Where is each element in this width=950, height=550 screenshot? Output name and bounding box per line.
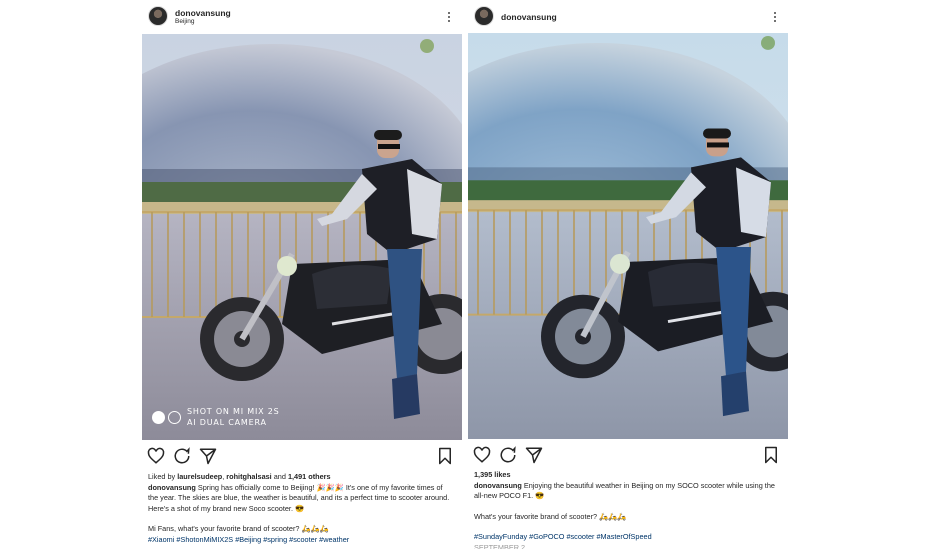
bookmark-icon[interactable] — [436, 447, 454, 465]
post-actions — [468, 446, 788, 468]
post-header: donovansung Beijing — [142, 4, 462, 32]
instagram-post-right: donovansung 1,395 likes donovansung Enjo… — [468, 0, 788, 550]
post-date: SEPTEMBER 2 — [474, 542, 526, 549]
more-vertical-icon[interactable] — [772, 10, 778, 24]
caption-username[interactable]: donovansung — [474, 481, 522, 490]
liked-by-prefix: Liked by — [148, 472, 178, 481]
camera-watermark: SHOT ON MI MIX 2S AI DUAL CAMERA — [152, 406, 280, 428]
caption-question: Mi Fans, what's your favorite brand of s… — [148, 524, 329, 533]
liked-by: Liked by laurelsudeep, rohitghalsasi and… — [148, 472, 454, 483]
more-vertical-icon[interactable] — [446, 10, 452, 24]
post-actions — [142, 447, 462, 469]
caption-question: What's your favorite brand of scooter? 🛵… — [474, 511, 627, 521]
post-header: donovansung — [468, 4, 788, 32]
username[interactable]: donovansung — [501, 12, 557, 22]
caption-area: Liked by laurelsudeep, rohitghalsasi and… — [148, 472, 454, 545]
scooter-photo — [468, 33, 788, 439]
caption: donovansung Spring has officially come t… — [148, 483, 454, 515]
hashtags[interactable]: #Xiaomi #ShotonMiMIX2S #Beijing #spring … — [148, 535, 454, 546]
send-icon[interactable] — [525, 446, 543, 464]
bookmark-icon[interactable] — [762, 446, 780, 464]
comment-icon[interactable] — [499, 446, 517, 464]
watermark-line2: AI DUAL CAMERA — [187, 418, 267, 427]
caption: donovansung Enjoying the beautiful weath… — [474, 481, 780, 502]
hashtags[interactable]: #SundayFunday #GoPOCO #scooter #MasterOf… — [474, 532, 780, 543]
heart-icon[interactable] — [147, 447, 165, 465]
watermark-logo-icon — [152, 410, 181, 424]
post-photo[interactable]: SHOT ON MI MIX 2S AI DUAL CAMERA — [142, 34, 462, 440]
location[interactable]: Beijing — [175, 18, 195, 25]
like-count[interactable]: 1,395 likes — [474, 470, 780, 481]
liked-by-user2[interactable]: rohitghalsasi — [226, 472, 271, 481]
avatar[interactable] — [148, 6, 168, 26]
comment-icon[interactable] — [173, 447, 191, 465]
heart-icon[interactable] — [473, 446, 491, 464]
caption-area: 1,395 likes donovansung Enjoying the bea… — [474, 470, 780, 549]
liked-by-user[interactable]: laurelsudeep — [177, 472, 222, 481]
send-icon[interactable] — [199, 447, 217, 465]
post-photo[interactable] — [468, 33, 788, 441]
username[interactable]: donovansung — [175, 8, 231, 18]
scooter-photo — [142, 34, 462, 440]
caption-username[interactable]: donovansung — [148, 483, 196, 492]
instagram-post-left: donovansung Beijing SHOT ON MI MIX 2S AI… — [142, 0, 462, 550]
liked-by-and: and — [271, 472, 288, 481]
watermark-line1: SHOT ON MI MIX 2S — [187, 407, 280, 416]
liked-by-others[interactable]: 1,491 others — [288, 472, 331, 481]
avatar[interactable] — [474, 6, 494, 26]
